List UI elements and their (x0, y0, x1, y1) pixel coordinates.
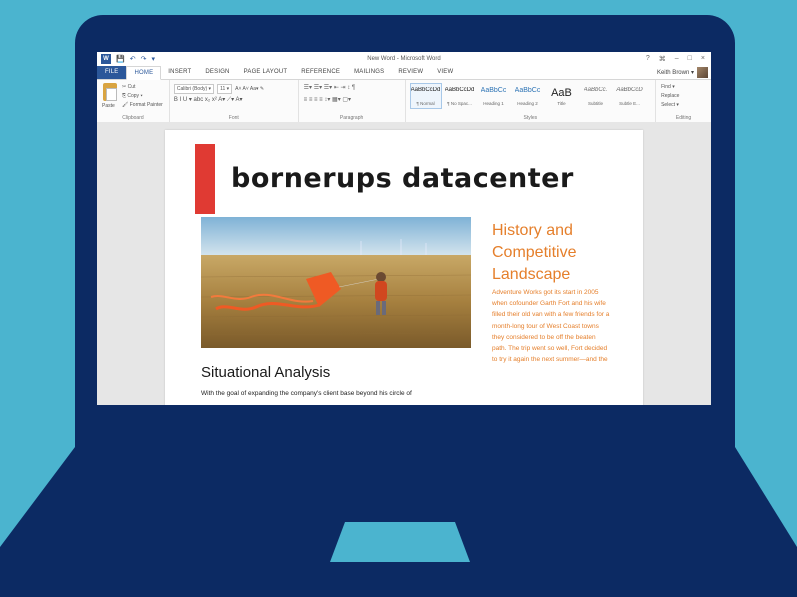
tab-insert[interactable]: INSERT (161, 66, 198, 79)
title-accent-bar (195, 144, 215, 214)
minimize-icon[interactable]: – (675, 55, 679, 63)
tab-references[interactable]: REFERENCE (294, 66, 347, 79)
tab-design[interactable]: DESIGN (198, 66, 236, 79)
ribbon-display-icon[interactable]: ⌘ (659, 55, 666, 63)
style-item[interactable]: AaB Title (546, 83, 578, 109)
laptop-screen: W 💾 ↶ ↷ ▾ New Word - Microsoft Word ? ⌘ … (97, 52, 711, 405)
style-name: Heading 1 (483, 101, 504, 106)
user-name: Keith Brown ▾ (656, 70, 694, 76)
styles-group-label: Styles (523, 115, 538, 121)
style-item[interactable]: AaBbCc Heading 2 (512, 83, 544, 109)
maximize-icon[interactable]: □ (688, 55, 692, 63)
style-name: Subtitle (587, 101, 603, 106)
paragraph-list-tools[interactable]: ☰▾ ☰▾ ☰▾ ⇤ ⇥ ↕ ¶ (304, 84, 355, 91)
sidebar-paragraph: Adventure Works got its start in 2005 wh… (492, 289, 610, 364)
style-sample: AaB (551, 87, 572, 99)
style-sample: AaBbCc. (583, 87, 608, 93)
style-sample: AaBbCcDd (444, 87, 475, 93)
style-name: ¶ Normal (416, 101, 435, 106)
paragraph-group: ☰▾ ☰▾ ☰▾ ⇤ ⇥ ↕ ¶ ≡ ≡ ≡ ≡ ↕▾ ▦▾ ▢▾ Paragr… (299, 80, 406, 122)
style-sample: AaBbCc (480, 87, 507, 94)
tab-page-layout[interactable]: PAGE LAYOUT (237, 66, 295, 79)
font-name-dropdown[interactable]: Calibri (Body) ▾ (173, 84, 215, 94)
style-sample: AaBbCcD (616, 87, 643, 93)
sidebar-heading: History and Competitive Landscape (492, 222, 577, 283)
ribbon-tabs: FILE HOME INSERT DESIGN PAGE LAYOUT REFE… (97, 65, 711, 80)
style-name: Subtle E... (619, 101, 640, 106)
cut-button[interactable]: ✂ Cut (122, 83, 163, 92)
document-page[interactable]: bornerups datacenter Situational Analysi… (165, 130, 643, 405)
editing-group: Find ▾ Replace Select ▾ Editing (656, 80, 711, 122)
select-button[interactable]: Select ▾ (661, 101, 679, 110)
paste-button[interactable]: Paste (102, 103, 115, 109)
tab-file[interactable]: FILE (97, 66, 127, 79)
copy-button[interactable]: ⎘ Copy ▾ (122, 92, 163, 101)
format-painter-button[interactable]: 🖌 Format Painter (122, 101, 163, 110)
style-item[interactable]: AaBbCcDd ¶ No Spac... (444, 83, 476, 109)
close-icon[interactable]: × (701, 55, 705, 63)
paragraph-group-label: Paragraph (339, 115, 364, 121)
editing-group-label: Editing (675, 115, 692, 121)
style-sample: AaBbCcDd (410, 87, 441, 93)
customize-quick-access-icon[interactable]: ▾ (151, 55, 155, 63)
section-paragraph: With the goal of expanding the company's… (201, 390, 412, 397)
redo-icon[interactable]: ↷ (141, 55, 147, 63)
ribbon-home: Paste ✂ Cut ⎘ Copy ▾ 🖌 Format Painter Cl… (97, 80, 711, 123)
paragraph-align-tools[interactable]: ≡ ≡ ≡ ≡ ↕▾ ▦▾ ▢▾ (304, 96, 351, 103)
document-title: bornerups datacenter (231, 163, 574, 194)
styles-group: AaBbCcDd ¶ Normal AaBbCcDd ¶ No Spac... AaBb… (406, 80, 657, 122)
replace-button[interactable]: Replace (661, 92, 679, 101)
font-size-dropdown[interactable]: 11 ▾ (217, 84, 233, 94)
style-item[interactable]: AaBbCcDd ¶ Normal (409, 83, 442, 109)
laptop-base (0, 447, 797, 597)
style-item[interactable]: AaBbCc Heading 1 (478, 83, 510, 109)
style-name: Title (557, 101, 566, 106)
word-app-icon[interactable]: W (101, 54, 111, 64)
font-group: Calibri (Body) ▾ 11 ▾ A˄ A˅ Aa▾ ✎ B I U … (170, 80, 299, 122)
tab-review[interactable]: REVIEW (391, 66, 430, 79)
font-size-tools[interactable]: A˄ A˅ Aa▾ ✎ (235, 86, 264, 92)
document-area[interactable]: bornerups datacenter Situational Analysi… (97, 122, 711, 405)
window-title: New Word - Microsoft Word (367, 56, 441, 62)
user-account[interactable]: Keith Brown ▾ (657, 67, 711, 78)
clipboard-group-label: Clipboard (122, 115, 144, 121)
tab-home[interactable]: HOME (126, 65, 162, 80)
style-name: ¶ No Spac... (447, 101, 472, 106)
styles-gallery: AaBbCcDd ¶ Normal AaBbCcDd ¶ No Spac... AaBb… (409, 83, 646, 109)
font-group-label: Font (228, 115, 239, 121)
font-format-tools[interactable]: B I U ▾ abc x₂ x² A▾ ⟋▾ A▾ (174, 96, 243, 104)
style-item[interactable]: AaBbCc. Subtitle (580, 83, 612, 109)
tab-mailings[interactable]: MAILINGS (347, 66, 391, 79)
save-icon[interactable]: 💾 (116, 55, 125, 63)
tab-view[interactable]: VIEW (430, 66, 460, 79)
section-heading: Situational Analysis (201, 364, 331, 381)
paste-icon[interactable] (103, 83, 117, 101)
style-name: Heading 2 (517, 101, 538, 106)
help-icon[interactable]: ? (646, 55, 650, 63)
find-button[interactable]: Find ▾ (661, 83, 679, 92)
clipboard-group: Paste ✂ Cut ⎘ Copy ▾ 🖌 Format Painter Cl… (97, 80, 170, 122)
title-bar: W 💾 ↶ ↷ ▾ New Word - Microsoft Word ? ⌘ … (97, 52, 711, 66)
style-item[interactable]: AaBbCcD Subtle E... (614, 83, 646, 109)
avatar (697, 67, 708, 78)
trackpad (330, 522, 470, 562)
undo-icon[interactable]: ↶ (130, 55, 136, 63)
kite-field-photo[interactable] (201, 217, 471, 348)
style-sample: AaBbCc (514, 87, 541, 94)
